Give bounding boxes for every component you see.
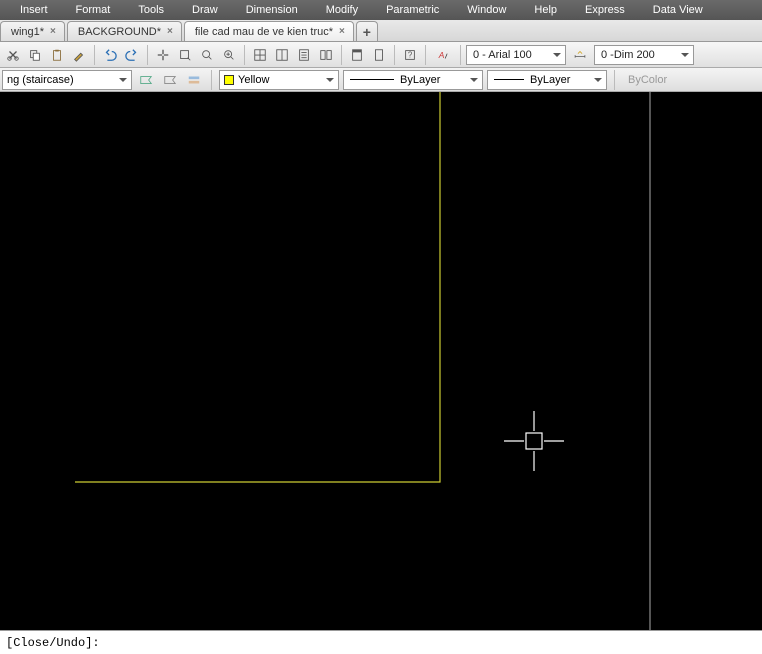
command-line[interactable]: [Close/Undo]: — [0, 630, 762, 654]
lineweight-value: ByLayer — [530, 74, 570, 86]
tab-label: BACKGROUND* — [78, 26, 161, 38]
menu-bar: Insert Format Tools Draw Dimension Modif… — [0, 0, 762, 20]
separator — [94, 45, 95, 65]
menu-parametric[interactable]: Parametric — [376, 2, 449, 18]
separator — [425, 45, 426, 65]
color-swatch — [224, 75, 234, 85]
sheet-set-icon[interactable] — [369, 45, 389, 65]
help-icon[interactable]: ? — [400, 45, 420, 65]
tab-drawing1[interactable]: wing1* × — [0, 21, 65, 41]
layer-previous-icon[interactable] — [160, 70, 180, 90]
zoom-extents-icon[interactable] — [219, 45, 239, 65]
text-style-icon[interactable]: A — [431, 45, 455, 65]
tool-palettes-icon[interactable] — [347, 45, 367, 65]
command-prompt: [Close/Undo]: — [6, 636, 100, 650]
layer-value: ng (staircase) — [7, 74, 74, 86]
separator — [394, 45, 395, 65]
close-icon[interactable]: × — [50, 26, 56, 37]
dim-style-dropdown[interactable]: 0 -Dim 200 — [594, 45, 694, 65]
tab-label: wing1* — [11, 26, 44, 38]
standard-toolbar: ? A 0 - Arial 100 0 -Dim 200 — [0, 42, 762, 68]
crosshair-cursor — [504, 411, 564, 471]
menu-window[interactable]: Window — [457, 2, 516, 18]
text-style-dropdown[interactable]: 0 - Arial 100 — [466, 45, 566, 65]
undo-icon[interactable] — [100, 45, 120, 65]
new-tab-button[interactable]: + — [356, 21, 378, 41]
svg-text:A: A — [438, 49, 445, 59]
cut-icon[interactable] — [3, 45, 23, 65]
svg-text:?: ? — [408, 50, 413, 59]
menu-modify[interactable]: Modify — [316, 2, 368, 18]
viewport2-icon[interactable] — [272, 45, 292, 65]
viewport-icon[interactable] — [250, 45, 270, 65]
drawing-area[interactable] — [0, 92, 762, 630]
drawing-svg — [0, 92, 762, 630]
tab-kien-truc[interactable]: file cad mau de ve kien truc* × — [184, 21, 354, 41]
separator — [341, 45, 342, 65]
dim-style-icon[interactable] — [568, 45, 592, 65]
properties-icon[interactable] — [294, 45, 314, 65]
copy-icon[interactable] — [25, 45, 45, 65]
separator — [614, 70, 615, 90]
layer-dropdown[interactable]: ng (staircase) — [2, 70, 132, 90]
menu-dataview[interactable]: Data View — [643, 2, 713, 18]
separator — [147, 45, 148, 65]
menu-help[interactable]: Help — [524, 2, 567, 18]
lineweight-preview — [494, 79, 524, 80]
separator — [211, 70, 212, 90]
layer-states-icon[interactable] — [136, 70, 156, 90]
design-center-icon[interactable] — [316, 45, 336, 65]
linetype-preview — [350, 79, 394, 80]
polyline — [75, 92, 440, 482]
menu-tools[interactable]: Tools — [128, 2, 174, 18]
paste-icon[interactable] — [47, 45, 67, 65]
menu-draw[interactable]: Draw — [182, 2, 228, 18]
text-style-value: 0 - Arial 100 — [473, 49, 532, 61]
pan-icon[interactable] — [153, 45, 173, 65]
menu-insert[interactable]: Insert — [10, 2, 58, 18]
separator — [460, 45, 461, 65]
match-properties-icon[interactable] — [69, 45, 89, 65]
redo-icon[interactable] — [122, 45, 142, 65]
linetype-value: ByLayer — [400, 74, 440, 86]
color-dropdown[interactable]: Yellow — [219, 70, 339, 90]
close-icon[interactable]: × — [167, 26, 173, 37]
close-icon[interactable]: × — [339, 26, 345, 37]
document-tabs: wing1* × BACKGROUND* × file cad mau de v… — [0, 20, 762, 42]
layer-properties-icon[interactable] — [184, 70, 204, 90]
plot-style-label: ByColor — [622, 74, 673, 86]
separator — [244, 45, 245, 65]
linetype-dropdown[interactable]: ByLayer — [343, 70, 483, 90]
zoom-previous-icon[interactable] — [197, 45, 217, 65]
menu-format[interactable]: Format — [66, 2, 121, 18]
dim-style-value: 0 -Dim 200 — [601, 49, 655, 61]
menu-express[interactable]: Express — [575, 2, 635, 18]
menu-dimension[interactable]: Dimension — [236, 2, 308, 18]
tab-background[interactable]: BACKGROUND* × — [67, 21, 182, 41]
color-value: Yellow — [238, 74, 269, 86]
layer-toolbar: ng (staircase) Yellow ByLayer ByLayer By… — [0, 68, 762, 92]
tab-label: file cad mau de ve kien truc* — [195, 26, 333, 38]
zoom-window-icon[interactable] — [175, 45, 195, 65]
lineweight-dropdown[interactable]: ByLayer — [487, 70, 607, 90]
